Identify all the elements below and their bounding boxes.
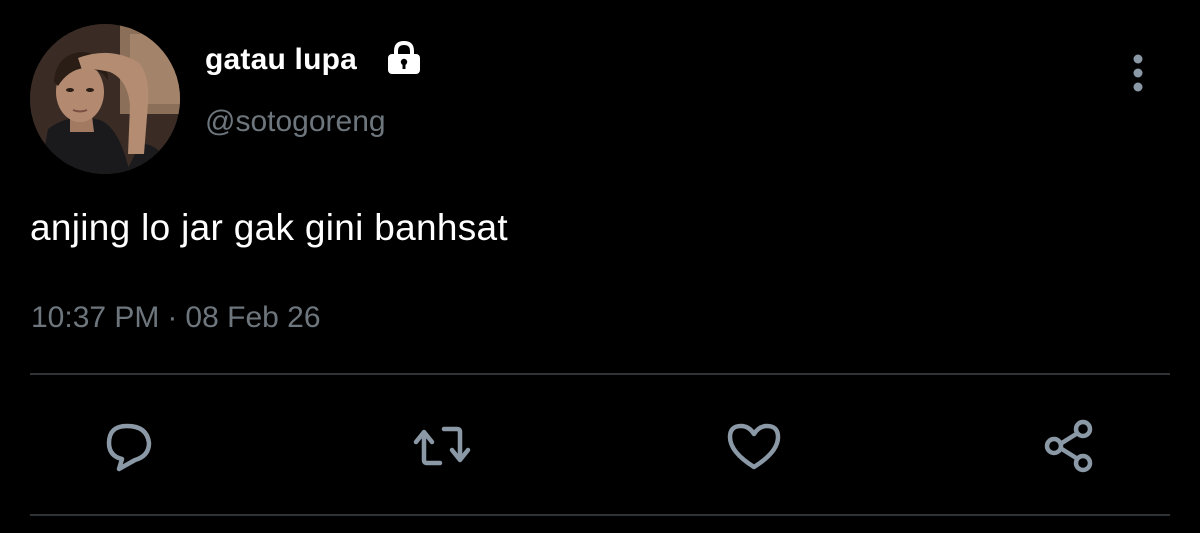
user-handle[interactable]: @sotogoreng [205, 104, 386, 140]
tweet-time: 10:37 PM [31, 301, 160, 334]
more-options-icon[interactable] [1126, 52, 1150, 94]
avatar-photo [30, 24, 180, 174]
avatar[interactable] [30, 24, 180, 174]
like-button[interactable] [722, 414, 786, 478]
display-name[interactable]: gatau lupa [205, 42, 357, 78]
speech-bubble-icon [106, 423, 152, 472]
reply-button[interactable] [97, 414, 161, 478]
lock-icon [385, 40, 423, 75]
tweet-date: 08 Feb 26 [185, 301, 321, 334]
heart-icon [727, 423, 781, 470]
retweet-button[interactable] [410, 414, 474, 478]
divider [30, 514, 1170, 516]
divider [30, 373, 1170, 375]
tweet-timestamp[interactable]: 10:37 PM · 08 Feb 26 [31, 300, 321, 336]
share-button[interactable] [1037, 414, 1101, 478]
tweet-text: anjing lo jar gak gini banhsat [30, 207, 508, 248]
timestamp-separator: · [167, 301, 178, 334]
retweet-arrows-icon [413, 426, 471, 466]
share-nodes-icon [1044, 419, 1093, 473]
